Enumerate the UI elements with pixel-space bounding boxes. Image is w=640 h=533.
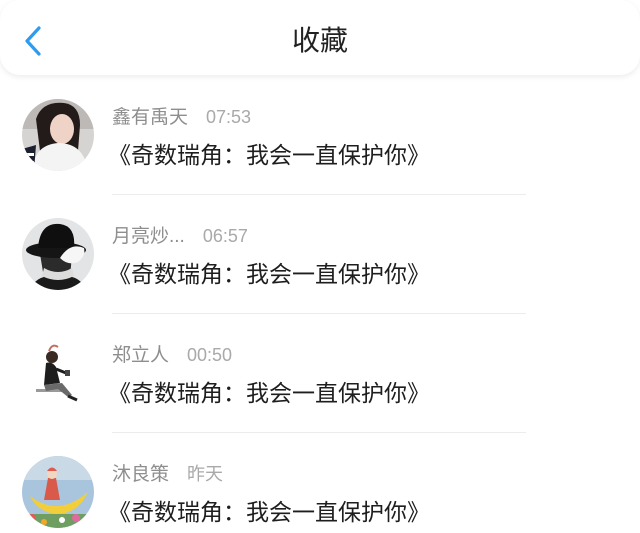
favorite-item[interactable]: 鑫有禹天 07:53 《奇数瑞角：我会一直保护你》 xyxy=(0,76,640,195)
user-name[interactable]: 鑫有禹天 xyxy=(112,107,188,128)
timestamp: 07:53 xyxy=(206,107,252,127)
favorite-title[interactable]: 《奇数瑞角：我会一直保护你》 xyxy=(108,497,430,527)
favorites-list: 鑫有禹天 07:53 《奇数瑞角：我会一直保护你》 月亮炒... 06:57 《… xyxy=(0,76,640,533)
favorite-title[interactable]: 《奇数瑞角：我会一直保护你》 xyxy=(108,378,430,408)
top-bar: 收藏 xyxy=(0,0,640,75)
favorite-title[interactable]: 《奇数瑞角：我会一直保护你》 xyxy=(108,259,430,289)
avatar[interactable] xyxy=(22,456,94,528)
avatar-image xyxy=(22,337,94,409)
favorites-page: 收藏 鑫有禹天 07:53 《奇数瑞角：我会一直保护你》 月亮炒... 06:5… xyxy=(0,0,640,533)
timestamp: 昨天 xyxy=(187,464,224,484)
favorite-item[interactable]: 郑立人 00:50 《奇数瑞角：我会一直保护你》 xyxy=(0,314,640,433)
avatar-image xyxy=(22,218,94,290)
avatar[interactable] xyxy=(22,218,94,290)
avatar[interactable] xyxy=(22,337,94,409)
timestamp: 06:57 xyxy=(202,226,248,246)
user-name[interactable]: 月亮炒... xyxy=(112,226,185,247)
item-meta: 郑立人 00:50 xyxy=(112,344,232,366)
user-name[interactable]: 郑立人 xyxy=(112,345,169,366)
avatar[interactable] xyxy=(22,99,94,171)
page-title: 收藏 xyxy=(291,25,348,56)
user-name[interactable]: 沐良策 xyxy=(112,464,169,485)
item-meta: 月亮炒... 06:57 xyxy=(112,225,248,247)
item-meta: 鑫有禹天 07:53 xyxy=(112,106,251,128)
favorite-title[interactable]: 《奇数瑞角：我会一直保护你》 xyxy=(108,140,430,170)
favorite-item[interactable]: 沐良策 昨天 《奇数瑞角：我会一直保护你》 xyxy=(0,433,640,533)
timestamp: 00:50 xyxy=(187,345,233,365)
avatar-image xyxy=(22,456,94,528)
favorite-item[interactable]: 月亮炒... 06:57 《奇数瑞角：我会一直保护你》 xyxy=(0,195,640,314)
avatar-image xyxy=(22,99,94,171)
item-meta: 沐良策 昨天 xyxy=(112,463,223,485)
